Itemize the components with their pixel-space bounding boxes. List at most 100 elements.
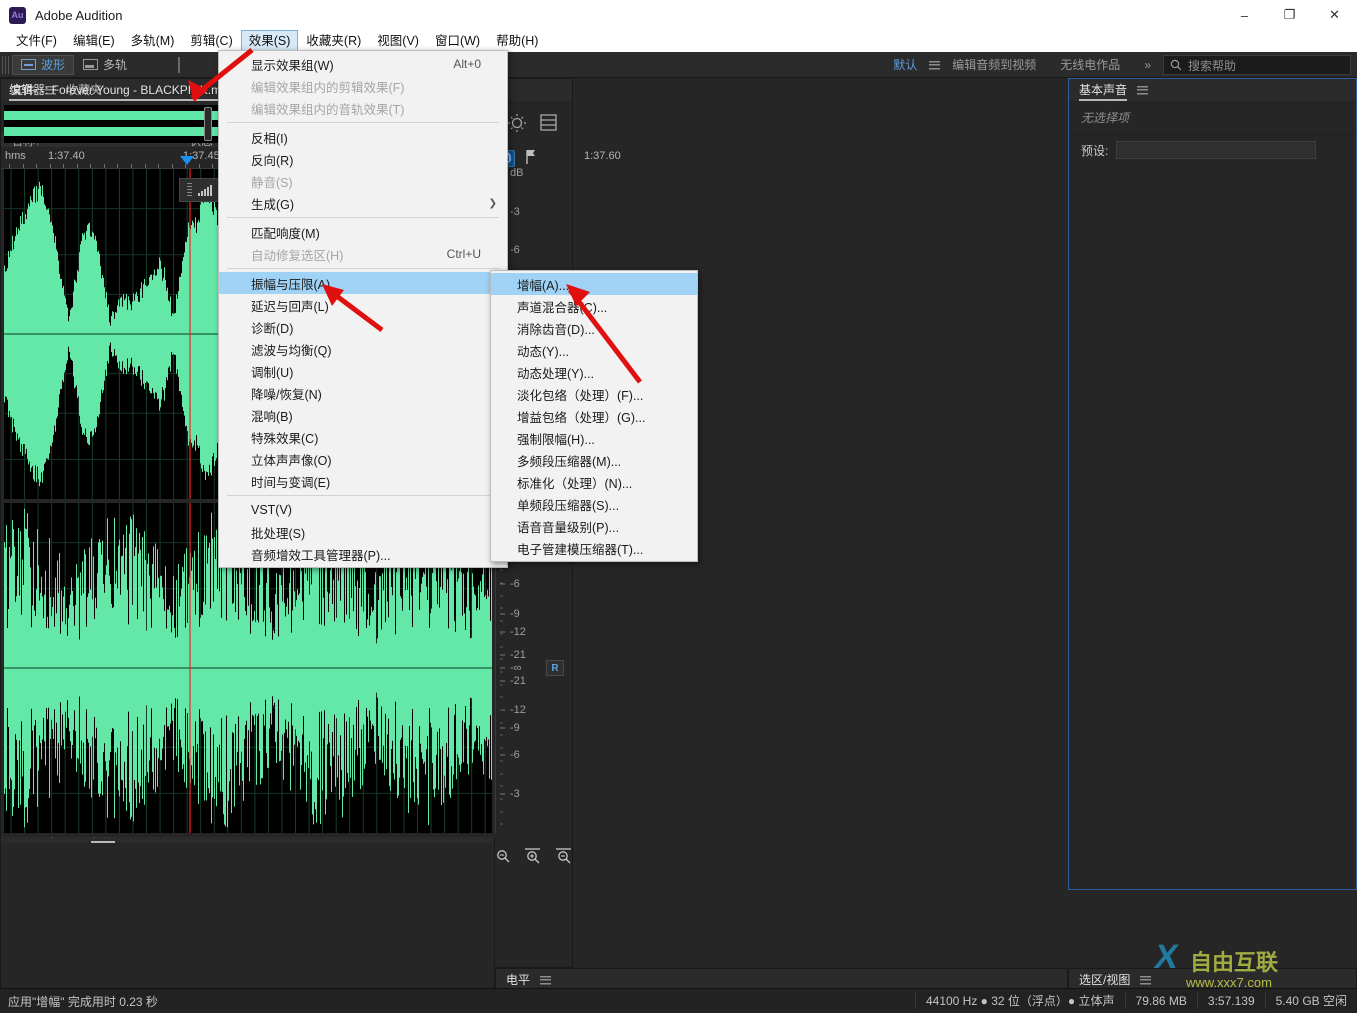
preset-dropdown[interactable] [1116,141,1317,159]
amplitude-menu-item-8[interactable]: 多频段压缩器(M)... [491,449,697,471]
amplitude-menu-item-7[interactable]: 强制限幅(H)... [491,427,697,449]
effects-menu-item-20[interactable]: 批处理(S)❯ [219,521,507,543]
amplitude-menu-item-3[interactable]: 动态(Y)... [491,339,697,361]
db-minor-tick [500,620,503,622]
effects-menu-item-2[interactable]: 编辑效果组内的音轨效果(T) [219,97,507,119]
overview-view-handle[interactable] [204,107,212,141]
zoom-out-vertical-button[interactable] [555,847,572,867]
effects-menu-item-3[interactable]: 反相(I) [219,126,507,148]
channel-badge[interactable]: R [546,660,564,676]
menu-4[interactable]: 效果(S) [240,30,299,52]
spectral-display-button[interactable] [178,56,181,73]
effects-menu-item-9[interactable]: 振幅与压限(A)❯ [219,272,507,294]
effects-menu-item-0[interactable]: 显示效果组(W) Alt+0 [219,53,507,75]
tab-essential-sound[interactable]: 基本声音 [1079,79,1128,101]
maximize-button[interactable]: ❐ [1267,0,1312,30]
amplitude-menu-item-10[interactable]: 单频段压缩器(S)... [491,493,697,515]
effects-menu-item-21[interactable]: 音频增效工具管理器(P)... [219,543,507,565]
zoom-out-horizontal-button[interactable] [493,848,510,867]
chip-grip-icon[interactable] [187,183,192,197]
menu-6[interactable]: 视图(V) [369,30,427,52]
editor-layers-icon[interactable] [540,114,557,134]
workspace-default[interactable]: 默认 [881,52,929,78]
workspace-more-button[interactable]: » [1132,52,1163,78]
add-marker-icon[interactable] [525,149,537,168]
amplitude-menu-item-6[interactable]: 增益包络（处理）(G)... [491,405,697,427]
menu-item-label: 延迟与回声(L) [251,299,329,314]
no-selection-message: 无选择项 [1069,101,1356,135]
waveform-view-button[interactable]: 波形 [12,54,75,75]
minimize-button[interactable]: – [1222,0,1267,30]
menu-3[interactable]: 剪辑(C) [182,30,240,52]
db-minor-tick [500,709,503,711]
amplitude-menu-item-11[interactable]: 语音音量级别(P)... [491,515,697,537]
effects-menu-item-6[interactable]: 生成(G) ❯ [219,192,507,214]
zoom-in-vertical-button[interactable] [524,847,541,867]
effects-menu-item-8[interactable]: 自动修复选区(H) Ctrl+U [219,243,507,265]
multitrack-view-button[interactable]: 多轨 [74,55,136,75]
effects-menu-item-4[interactable]: 反向(R) [219,148,507,170]
amplitude-menu-item-5[interactable]: 淡化包络（处理）(F)... [491,383,697,405]
amplitude-menu-item-0[interactable]: 增幅(A)... [491,273,697,295]
effects-menu-item-16[interactable]: 特殊效果(C)❯ [219,426,507,448]
menu-0[interactable]: 文件(F) [8,30,65,52]
db-tick [500,631,505,633]
effects-menu-item-18[interactable]: 时间与变调(E)❯ [219,470,507,492]
status-file-size: 79.86 MB [1124,993,1197,1009]
essential-sound-menu-icon[interactable] [1137,85,1149,95]
effects-menu-item-1[interactable]: 编辑效果组内的剪辑效果(F) [219,75,507,97]
effects-menu-item-13[interactable]: 调制(U)❯ [219,360,507,382]
effects-menu-item-11[interactable]: 诊断(D)❯ [219,316,507,338]
effects-menu-item-19[interactable]: VST(V)❯ [219,499,507,521]
workspace-edit-audio-to-video[interactable]: 编辑音频到视频 [940,52,1048,78]
search-help-input[interactable]: 搜索帮助 [1163,55,1351,75]
effects-menu-item-17[interactable]: 立体声声像(O)❯ [219,448,507,470]
workspace-bar: 默认 编辑音频到视频 无线电作品 » 搜索帮助 [881,52,1357,78]
menu-7[interactable]: 窗口(W) [427,30,488,52]
menu-2[interactable]: 多轨(M) [123,30,183,52]
status-message: 应用"增幅" 完成用时 0.23 秒 [8,994,158,1009]
menu-item-label: 批处理(S) [251,526,306,541]
menu-8[interactable]: 帮助(H) [488,30,546,52]
toolbar-grip[interactable] [2,55,9,74]
db-tick [500,680,505,682]
effects-menu-item-12[interactable]: 滤波与均衡(Q)❯ [219,338,507,360]
amplitude-menu-item-12[interactable]: 电子管建模压缩器(T)... [491,537,697,559]
effects-dropdown-menu[interactable]: 显示效果组(W) Alt+0 编辑效果组内的剪辑效果(F) 编辑效果组内的音轨效果(T… [218,50,508,568]
menu-item-label: 反向(R) [251,153,294,168]
close-button[interactable]: ✕ [1312,0,1357,30]
editor-title[interactable]: 编辑器: Forever Young - BLACKPINK.mp3 * [9,79,243,101]
effects-menu-item-5[interactable]: 静音(S) [219,170,507,192]
menu-item-label: 消除齿音(D)... [517,322,595,337]
menu-item-label: 混响(B) [251,409,293,424]
amplitude-menu-item-2[interactable]: 消除齿音(D)... [491,317,697,339]
effects-menu-item-7[interactable]: 匹配响度(M) [219,221,507,243]
db-minor-tick [500,696,503,698]
db-label: -21 [510,674,526,687]
amplitude-menu-item-1[interactable]: 声道混合器(C)... [491,295,697,317]
effects-menu-item-14[interactable]: 降噪/恢复(N)❯ [219,382,507,404]
levels-panel-menu-icon[interactable] [540,975,552,985]
menu-item-label: VST(V) [251,503,292,517]
db-minor-tick [500,760,503,762]
workspace-radio-production[interactable]: 无线电作品 [1048,52,1132,78]
amplitude-menu-item-9[interactable]: 标准化（处理）(N)... [491,471,697,493]
db-label: -6 [510,749,520,762]
zoom-to-selection-icon[interactable] [507,113,527,136]
essential-sound-header: 基本声音 [1069,79,1356,101]
effects-menu-item-15[interactable]: 混响(B)❯ [219,404,507,426]
selection-view-menu-icon[interactable] [1140,975,1152,985]
effects-menu-item-10[interactable]: 延迟与回声(L)❯ [219,294,507,316]
db-minor-tick [500,722,503,724]
menu-1[interactable]: 编辑(E) [65,30,123,52]
amplitude-menu-item-4[interactable]: 动态处理(Y)... [491,361,697,383]
menu-5[interactable]: 收藏夹(R) [298,30,369,52]
db-label: -6 [510,243,520,256]
menu-item-label: 编辑效果组内的音轨效果(T) [251,102,405,117]
ruler-tick [171,164,173,168]
waveform-icon [21,59,36,70]
menu-item-label: 编辑效果组内的剪辑效果(F) [251,80,405,95]
amplitude-submenu[interactable]: 增幅(A)... 声道混合器(C)... 消除齿音(D)... 动态(Y)... 动态处… [490,270,698,562]
workspace-menu-icon[interactable] [929,60,941,70]
playhead-marker[interactable] [180,156,194,165]
